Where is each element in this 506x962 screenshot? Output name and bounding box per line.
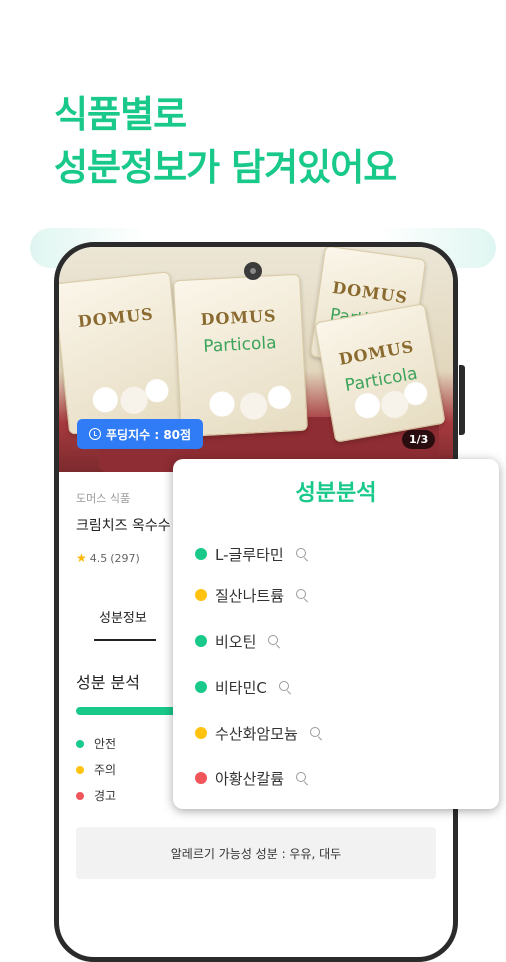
image-counter: 1/3 xyxy=(402,430,436,449)
headline: 식품별로 성분정보가 담겨있어요 xyxy=(54,88,397,194)
search-icon[interactable] xyxy=(278,680,289,691)
product-rating: ★ 4.5 (297) xyxy=(76,551,140,565)
ingredient-analysis-popup: 성분분석 L-글루타민 질산나트륨 비오틴 비타민C 수산화암모늄 아황산칼륨 xyxy=(173,459,499,809)
safe-dot xyxy=(76,739,84,748)
product-brand: 도머스 식품 xyxy=(76,492,131,505)
rating-value: 4.5 xyxy=(89,551,108,565)
legend-item-warning: 경고 xyxy=(76,787,116,804)
check-circle-icon xyxy=(89,428,101,440)
safe-dot xyxy=(195,681,207,693)
caution-dot xyxy=(76,765,84,774)
headline-line-2: 성분정보가 담겨있어요 xyxy=(54,146,397,189)
legend-label: 경고 xyxy=(94,789,117,803)
ingredient-name: 질산나트륨 xyxy=(215,586,285,605)
ingredient-name: 아황산칼륨 xyxy=(215,769,285,788)
bag-brand: DOMUS xyxy=(331,277,410,308)
warning-dot xyxy=(195,772,207,784)
ingredient-item[interactable]: L-글루타민 xyxy=(195,542,306,566)
ingredient-name: 비오틴 xyxy=(215,632,257,651)
badge-label: 푸딩지수 : 80점 xyxy=(106,427,192,442)
product-image[interactable]: DOMUS DOMUS Particola DOMUS Particola Tr… xyxy=(59,247,453,472)
legend-item-caution: 주의 xyxy=(76,761,116,778)
active-tab-indicator xyxy=(94,639,156,641)
ingredient-name: 수산화암모늄 xyxy=(215,724,298,743)
legend-label: 주의 xyxy=(94,763,117,777)
star-icon: ★ xyxy=(76,551,87,565)
review-count: (297) xyxy=(110,551,140,565)
ingredient-item[interactable]: 수산화암모늄 xyxy=(195,721,320,745)
search-icon[interactable] xyxy=(296,771,307,782)
legend-item-safe: 안전 xyxy=(76,735,116,752)
caution-dot xyxy=(195,727,207,739)
product-bag: DOMUS xyxy=(59,271,186,435)
ingredient-item[interactable]: 아황산칼륨 xyxy=(195,766,307,790)
popup-title: 성분분석 xyxy=(295,481,377,506)
product-bag: DOMUS Particola xyxy=(172,273,309,438)
safe-dot xyxy=(195,635,207,647)
legend-label: 안전 xyxy=(94,737,117,751)
warning-dot xyxy=(76,791,84,800)
camera-icon xyxy=(244,262,262,280)
phone-side-button xyxy=(459,365,465,435)
product-bag: DOMUS Particola xyxy=(314,303,446,443)
analysis-title: 성분 분석 xyxy=(76,673,140,692)
bag-chocolate xyxy=(189,382,297,424)
search-icon[interactable] xyxy=(268,634,279,645)
ingredient-name: L-글루타민 xyxy=(215,545,284,564)
search-icon[interactable] xyxy=(309,726,320,737)
headline-line-1: 식품별로 xyxy=(54,93,187,136)
pudding-score-badge: 푸딩지수 : 80점 xyxy=(77,419,204,449)
ingredient-name: 비타민C xyxy=(215,678,267,697)
bag-brand: DOMUS xyxy=(200,306,277,330)
safe-dot xyxy=(195,548,207,560)
bag-chocolate xyxy=(75,374,174,421)
product-name: 크림치즈 옥수수 xyxy=(76,518,171,534)
bag-brand: DOMUS xyxy=(76,304,155,332)
caution-dot xyxy=(195,589,207,601)
ingredient-item[interactable]: 비타민C xyxy=(195,675,289,699)
allergy-info: 알레르기 가능성 성분 : 우유, 대두 xyxy=(76,827,436,879)
ingredient-item[interactable]: 질산나트륨 xyxy=(195,583,307,607)
search-icon[interactable] xyxy=(296,588,307,599)
bag-product: Particola xyxy=(202,333,278,357)
ingredient-item[interactable]: 비오틴 xyxy=(195,629,279,653)
search-icon[interactable] xyxy=(295,547,306,558)
tab-ingredient-info[interactable]: 성분정보 xyxy=(99,607,147,626)
